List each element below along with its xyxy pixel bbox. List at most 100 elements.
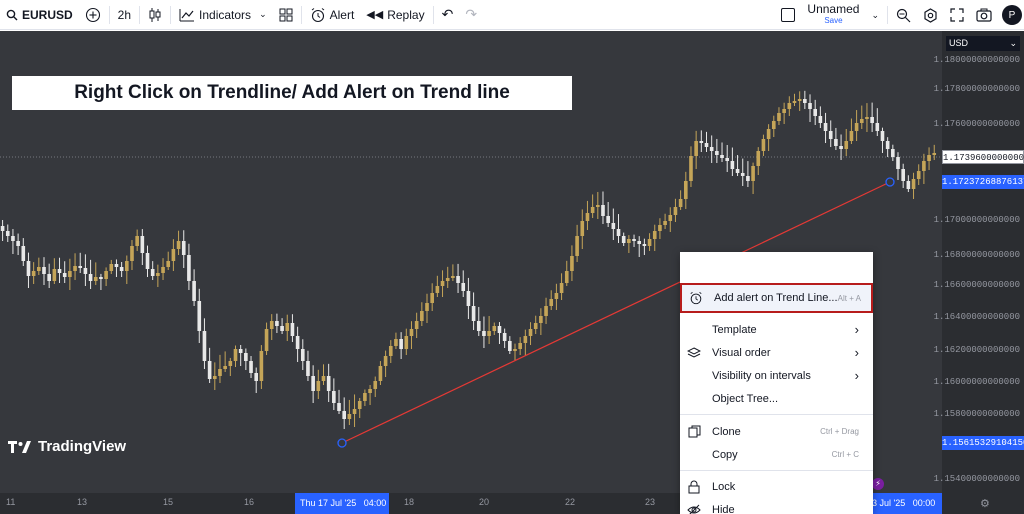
object-tree-menu-item[interactable]: Object Tree... — [680, 387, 873, 410]
candle-body — [683, 181, 688, 199]
fullscreen-icon — [950, 8, 964, 22]
candle-body — [394, 339, 398, 346]
copy-label: Copy — [712, 448, 738, 461]
candle-body — [233, 349, 238, 361]
visual-order-menu-item[interactable]: Visual order › — [680, 341, 873, 364]
interval-button[interactable]: 2h — [112, 0, 137, 30]
candle-body — [544, 306, 548, 316]
currency-selector[interactable]: USD ⌄ — [946, 36, 1020, 51]
avatar-letter: P — [1008, 9, 1016, 21]
candle-body — [78, 266, 83, 268]
symbol-search[interactable]: EURUSD — [0, 0, 79, 30]
indicators-button[interactable]: Indicators ⌄ — [173, 0, 273, 30]
candle-body — [875, 123, 880, 131]
candle-body — [911, 179, 916, 189]
add-alert-menu-item[interactable]: Add alert on Trend Line... Alt + A — [680, 283, 873, 313]
layout-name-button[interactable]: Unnamed Save — [801, 2, 865, 26]
candle-body — [621, 236, 626, 243]
axis-settings-icon[interactable]: ⚙ — [980, 497, 990, 510]
candle-body — [212, 376, 217, 379]
compare-symbol-button[interactable] — [79, 0, 107, 30]
lock-label: Lock — [712, 480, 736, 493]
trend-line-start-handle[interactable] — [337, 438, 347, 448]
candle-body — [420, 311, 424, 321]
candle-body — [150, 269, 155, 276]
candle-body — [658, 225, 662, 231]
candle-body — [145, 253, 150, 269]
candle-body — [176, 241, 181, 249]
trend-line-end-handle[interactable] — [885, 177, 895, 187]
plus-circle-icon — [85, 7, 100, 22]
candle-body — [93, 277, 98, 281]
hide-menu-item[interactable]: Hide — [680, 498, 873, 514]
layout-checkbox[interactable] — [775, 0, 801, 30]
time-label: 15 — [163, 497, 174, 507]
alarm-clock-icon — [311, 7, 324, 22]
toolbar-divider — [139, 5, 141, 24]
candle-body — [751, 166, 755, 181]
candle-body — [834, 139, 838, 146]
candle-body — [99, 277, 103, 279]
layouts-button[interactable] — [273, 0, 299, 30]
snapshot-button[interactable] — [970, 0, 998, 30]
candle-body — [130, 246, 134, 261]
price-axis[interactable]: USD ⌄ 1.18000000000000 1.17800000000000 … — [934, 31, 1024, 514]
candle-body — [627, 239, 631, 243]
tradingview-logo[interactable]: TradingView — [8, 438, 126, 455]
lock-menu-item[interactable]: Lock — [680, 475, 873, 498]
trendline-context-menu: Add alert on Trend Line... Alt + A Templ… — [680, 252, 873, 514]
time-label: 13 — [77, 497, 88, 507]
alert-marker-icon[interactable]: ⚡ — [872, 478, 884, 490]
candle-body — [135, 236, 139, 246]
chevron-right-icon: › — [854, 345, 859, 360]
candle-body — [114, 264, 119, 267]
template-menu-item[interactable]: Template › — [680, 318, 873, 341]
menu-divider — [680, 470, 873, 471]
candle-body — [735, 169, 740, 173]
chevron-down-icon[interactable]: ⌄ — [259, 9, 267, 20]
candle-body — [528, 329, 533, 336]
candle-body — [906, 181, 911, 189]
replay-button[interactable]: ◀◀ Replay — [360, 0, 430, 30]
fullscreen-button[interactable] — [944, 0, 970, 30]
quick-search-button[interactable] — [890, 0, 917, 30]
candle-body — [238, 349, 243, 353]
candle-body — [171, 249, 176, 261]
save-link[interactable]: Save — [824, 15, 842, 26]
candle-body — [901, 169, 905, 181]
undo-icon: ↶ — [441, 6, 454, 22]
candle-body — [611, 223, 616, 229]
visibility-menu-item[interactable]: Visibility on intervals › — [680, 364, 873, 387]
candle-body — [787, 103, 792, 109]
redo-button[interactable]: ↷ — [459, 0, 483, 30]
candle-body — [425, 303, 429, 311]
candle-body — [332, 391, 336, 403]
undo-button[interactable]: ↶ — [436, 0, 460, 30]
chart-type-button[interactable] — [142, 0, 168, 30]
candle-body — [124, 261, 129, 271]
object-tree-label: Object Tree... — [712, 392, 779, 405]
candle-body — [885, 141, 890, 149]
candle-body — [73, 266, 77, 271]
candle-body — [694, 141, 698, 156]
settings-button[interactable] — [917, 0, 944, 30]
layout-name: Unnamed — [807, 2, 860, 16]
price-label: 1.16600000000000 — [933, 280, 1020, 290]
visual-order-label: Visual order — [712, 346, 771, 359]
candle-body — [746, 176, 750, 181]
candle-body — [518, 343, 522, 349]
clone-menu-item[interactable]: Clone Ctrl + Drag — [680, 420, 873, 443]
layout-menu-button[interactable]: ⌄ — [865, 0, 885, 30]
candle-body — [249, 361, 253, 373]
candle-body — [642, 244, 647, 246]
gear-icon — [924, 7, 937, 23]
candle-body — [109, 264, 114, 271]
avatar[interactable]: P — [1002, 5, 1022, 25]
candle-body — [223, 366, 227, 369]
alert-button[interactable]: Alert — [304, 0, 361, 30]
rewind-icon: ◀◀ — [366, 9, 384, 21]
copy-menu-item[interactable]: Copy Ctrl + C — [680, 443, 873, 466]
candle-body — [580, 221, 585, 236]
candle-body — [880, 131, 885, 141]
candle-body — [554, 293, 559, 299]
